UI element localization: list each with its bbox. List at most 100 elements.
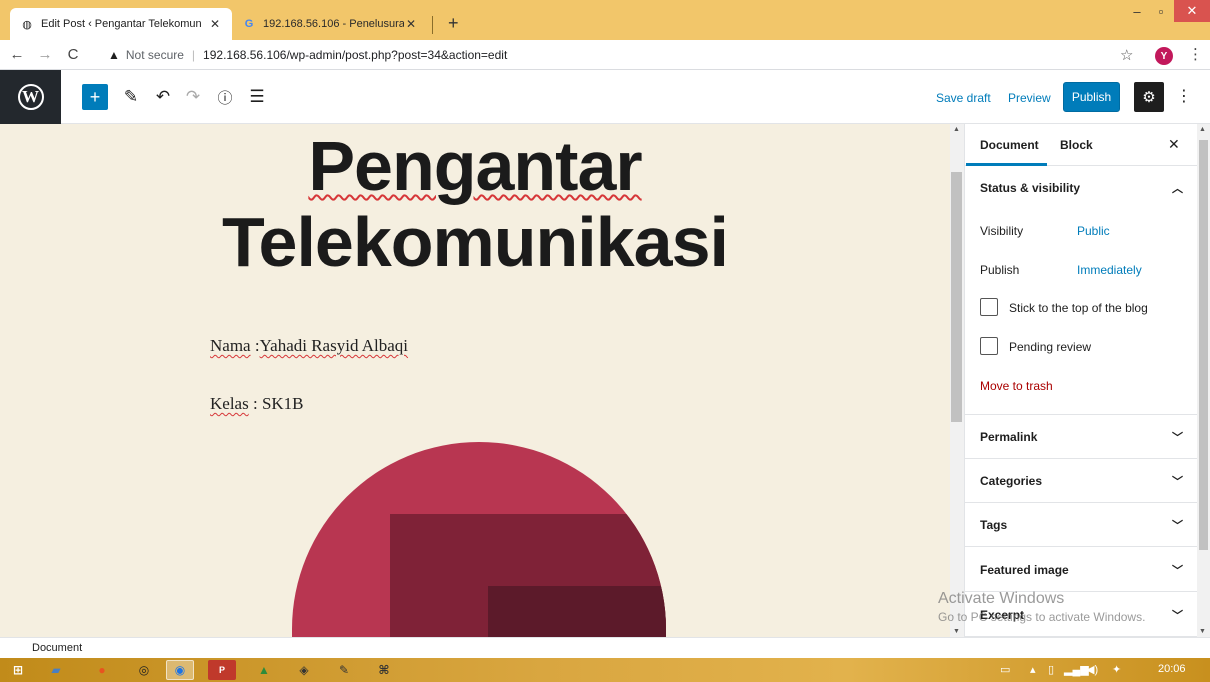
info-icon[interactable]: ⓘ (214, 84, 236, 110)
bookmark-star-icon[interactable]: ☆ (1120, 46, 1133, 64)
tab-document[interactable]: Document (980, 138, 1039, 152)
tab-title: Edit Post ‹ Pengantar Telekomun (41, 18, 202, 30)
wordpress-logo[interactable]: W (0, 70, 61, 124)
sticky-checkbox-label[interactable]: Stick to the top of the blog (1009, 301, 1148, 315)
window-maximize-button[interactable]: ▫ (1150, 0, 1172, 22)
firefox-icon[interactable]: ● (88, 660, 116, 680)
editor-canvas: Pengantar Telekomunikasi Nama :Yahadi Ra… (0, 124, 950, 637)
undo-icon[interactable]: ↶ (152, 84, 174, 110)
wordpress-logo-icon: W (17, 84, 44, 110)
security-label: Not secure (125, 48, 184, 62)
new-tab-button[interactable]: + (448, 14, 459, 32)
google-favicon-icon: G (244, 18, 254, 30)
taskbar-clock[interactable]: 20:06 (1158, 663, 1186, 675)
panel-permalink[interactable]: Permalink ﹀ (965, 415, 1197, 459)
illustration-inner-shape (488, 586, 666, 637)
settings-gear-icon[interactable]: ⚙ (1134, 82, 1164, 112)
panel-tags[interactable]: Tags ﹀ (965, 503, 1197, 547)
powerpoint-icon[interactable]: P (208, 660, 236, 680)
settings-sidebar: Document Block ✕ Status & visibility ︿ V… (964, 124, 1197, 637)
redo-icon[interactable]: ↷ (182, 84, 204, 110)
drive-icon[interactable]: ▲ (250, 660, 278, 680)
url-text[interactable]: 192.168.56.106/wp-admin/post.php?post=34… (203, 48, 507, 62)
paragraph-block[interactable]: Nama :Yahadi Rasyid Albaqi (210, 336, 408, 356)
forward-arrow-icon[interactable]: → (34, 46, 56, 63)
virtualbox-icon[interactable]: ◈ (290, 660, 318, 680)
panel-title: Featured image (980, 562, 1069, 577)
preview-button[interactable]: Preview (1008, 91, 1051, 105)
save-draft-button[interactable]: Save draft (936, 91, 991, 105)
editor-scrollbar[interactable]: ▲ ▼ (950, 124, 964, 637)
block-breadcrumb: Document (0, 637, 1210, 658)
scroll-up-arrow-icon[interactable]: ▲ (1199, 126, 1206, 133)
tab-close-icon[interactable]: ✕ (208, 17, 222, 31)
publish-button[interactable]: Publish (1063, 82, 1120, 112)
app-icon[interactable]: ◎ (130, 660, 158, 680)
paint-icon[interactable]: ✎ (330, 660, 358, 680)
edit-pencil-icon[interactable]: ✎ (120, 84, 142, 110)
window-close-button[interactable]: ✕ (1174, 0, 1210, 22)
tab-edit-post[interactable]: ◍ Edit Post ‹ Pengantar Telekomun ✕ (10, 8, 232, 40)
scrollbar-thumb[interactable] (951, 172, 962, 422)
chevron-down-icon: ﹀ (1172, 431, 1183, 444)
post-title[interactable]: Pengantar Telekomunikasi (0, 128, 950, 280)
scrollbar-thumb[interactable] (1199, 140, 1208, 550)
para-text: : (250, 336, 260, 355)
editor-header: W + ✎ ↶ ↷ ⓘ ☰ Save draft Preview Publish… (0, 70, 1210, 124)
post-title-line: Pengantar (308, 127, 642, 205)
scroll-up-arrow-icon[interactable]: ▲ (953, 126, 960, 133)
network-app-icon[interactable]: ⌘ (370, 660, 398, 680)
panel-categories[interactable]: Categories ﹀ (965, 459, 1197, 503)
volume-icon[interactable]: ◀) (1086, 663, 1098, 676)
chrome-icon[interactable]: ◉ (166, 660, 194, 680)
panel-featured-image[interactable]: Featured image ﹀ (965, 548, 1197, 592)
paragraph-block[interactable]: Kelas : SK1B (210, 394, 304, 414)
panel-title: Permalink (980, 429, 1038, 444)
panel-excerpt[interactable]: Excerpt ﹀ (965, 593, 1197, 637)
pending-review-checkbox[interactable] (980, 337, 998, 355)
sticky-checkbox[interactable] (980, 298, 998, 316)
browser-menu-icon[interactable]: ⋮ (1188, 45, 1203, 63)
tray-expand-icon[interactable]: ▴ (1030, 663, 1036, 676)
window-minimize-button[interactable]: – (1126, 0, 1148, 22)
scroll-down-arrow-icon[interactable]: ▼ (953, 628, 960, 635)
back-arrow-icon[interactable]: ← (6, 46, 28, 63)
tab-google-search[interactable]: G 192.168.56.106 - Penelusuran Go ✕ (232, 8, 428, 40)
reload-icon[interactable]: C (62, 46, 84, 63)
image-block[interactable] (292, 442, 666, 637)
tab-block[interactable]: Block (1060, 138, 1093, 152)
panel-status-visibility[interactable]: Status & visibility ︿ (965, 166, 1197, 210)
pending-review-label[interactable]: Pending review (1009, 340, 1091, 354)
visibility-value-link[interactable]: Public (1077, 224, 1110, 238)
warning-triangle-icon: ▲ (108, 48, 120, 62)
panel-title: Excerpt (980, 607, 1025, 622)
profile-avatar[interactable]: Y (1155, 47, 1173, 65)
sidebar-scrollbar[interactable]: ▲ ▼ (1197, 124, 1210, 637)
start-button-icon[interactable]: ⊞ (4, 660, 32, 680)
publish-date-link[interactable]: Immediately (1077, 263, 1142, 277)
para-text: : SK1B (248, 394, 304, 413)
signal-icon[interactable]: ▂▄▆ (1064, 663, 1089, 676)
para-word: Nama (210, 336, 251, 355)
address-bar[interactable]: ▲ Not secure | 192.168.56.106/wp-admin/p… (108, 44, 1138, 66)
move-to-trash-button[interactable]: Move to trash (980, 379, 1053, 393)
file-explorer-icon[interactable]: ▰ (42, 660, 70, 680)
scroll-down-arrow-icon[interactable]: ▼ (1199, 628, 1206, 635)
publish-label: Publish (980, 263, 1020, 277)
block-navigation-icon[interactable]: ☰ (246, 84, 268, 110)
add-block-button[interactable]: + (82, 84, 108, 110)
breadcrumb-document[interactable]: Document (32, 642, 82, 654)
more-options-icon[interactable]: ⋮ (1176, 86, 1192, 106)
chevron-down-icon: ﹀ (1172, 609, 1183, 622)
network-tray-icon[interactable]: ✦ (1112, 663, 1121, 676)
panel-title: Categories (980, 473, 1043, 488)
address-separator: | (191, 48, 196, 62)
tab-close-icon[interactable]: ✕ (404, 17, 418, 31)
para-word: Kelas (210, 394, 249, 413)
sidebar-close-icon[interactable]: ✕ (1168, 136, 1180, 153)
battery-icon[interactable]: ▯ (1048, 663, 1054, 676)
chevron-down-icon: ﹀ (1172, 564, 1183, 577)
keyboard-icon[interactable]: ▭ (1000, 663, 1010, 676)
post-title-line: Telekomunikasi (221, 203, 729, 281)
para-word: Yahadi Rasyid Albaqi (259, 336, 409, 355)
